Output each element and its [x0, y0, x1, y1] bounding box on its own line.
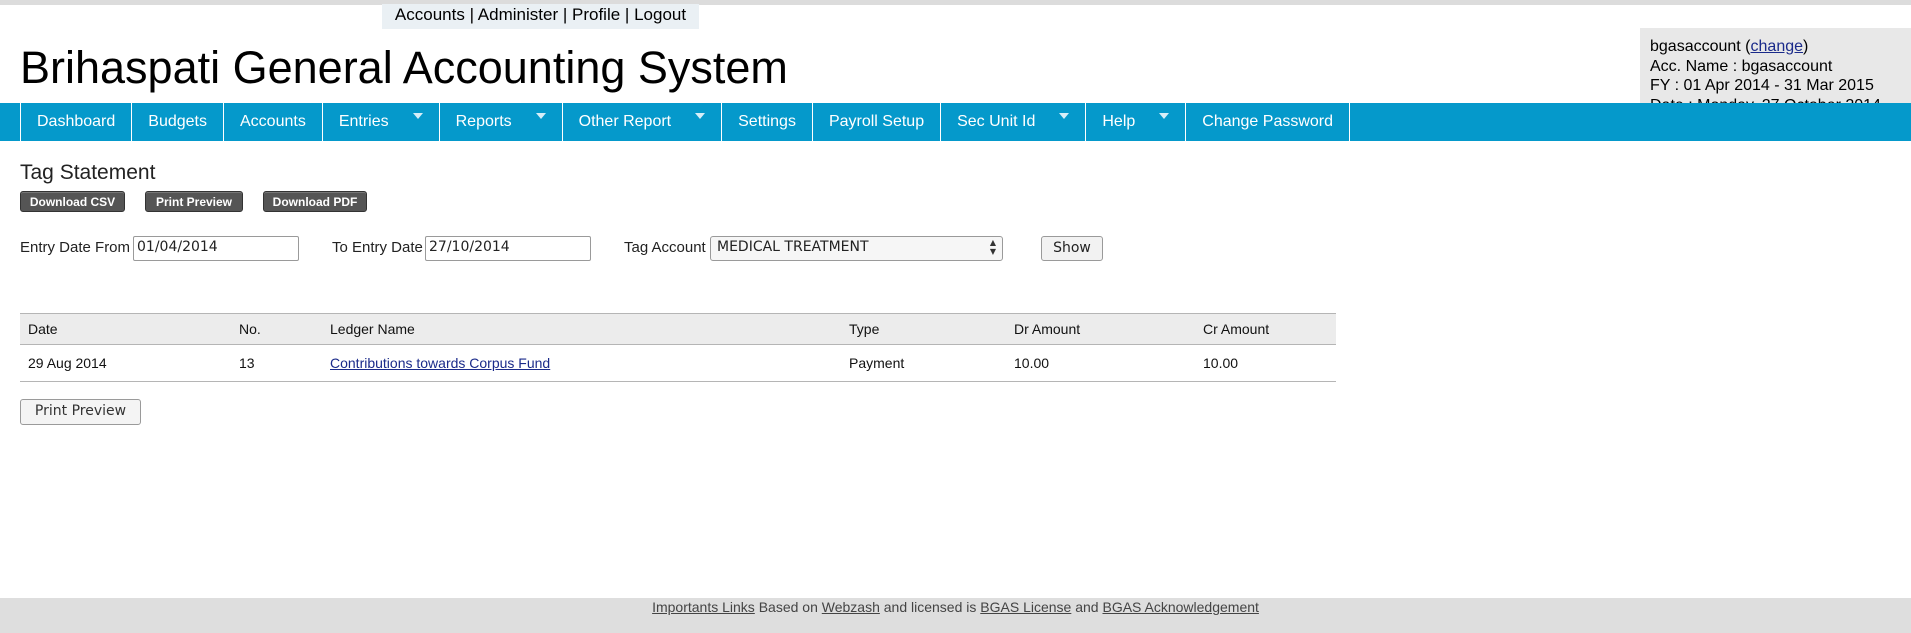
date-to-label: To Entry Date [332, 239, 423, 256]
cell-dr: 10.00 [1006, 344, 1195, 382]
dropdown-caret-icon [1159, 112, 1170, 119]
tag-account-select[interactable]: MEDICAL TREATMENT ▲ ▼ [710, 236, 1003, 261]
nav-item-entries[interactable]: Entries [323, 103, 440, 141]
print-preview-button[interactable]: Print Preview [20, 399, 141, 425]
nav-item-sec-unit-id[interactable]: Sec Unit Id [941, 103, 1087, 141]
footer-text-licensed: and licensed is [883, 599, 977, 615]
tag-account-selected: MEDICAL TREATMENT [717, 239, 869, 255]
nav-item-budgets[interactable]: Budgets [132, 103, 224, 141]
account-name: Acc. Name : bgasaccount [1650, 57, 1833, 75]
nav-item-settings[interactable]: Settings [722, 103, 813, 141]
cell-ledger: Contributions towards Corpus Fund [322, 344, 841, 382]
top-link-logout[interactable]: Logout [634, 5, 686, 24]
nav-item-label: Reports [455, 113, 512, 130]
col-dr-amount: Dr Amount [1006, 313, 1195, 345]
tag-account-label: Tag Account [624, 239, 706, 256]
nav-item-label: Entries [338, 113, 389, 130]
dropdown-caret-icon [695, 112, 706, 119]
table-header-row: Date No. Ledger Name Type Dr Amount Cr A… [20, 313, 1336, 345]
nav-item-label: Dashboard [37, 113, 116, 130]
page-title: Tag Statement [20, 161, 156, 184]
webzash-link[interactable]: Webzash [822, 599, 880, 615]
cell-type: Payment [841, 344, 1006, 382]
user-account-line: bgasaccount (change) [1650, 38, 1809, 55]
cell-cr: 10.00 [1195, 344, 1336, 382]
top-link-separator: | [624, 5, 630, 24]
nav-items: Dashboard Budgets Accounts Entries Reports Ot… [20, 103, 1351, 141]
nav-item-label: Accounts [240, 113, 306, 130]
footer: Importants Links Based on Webzash and li… [0, 598, 1911, 633]
bgas-acknowledgement-link[interactable]: BGAS Acknowledgement [1102, 599, 1258, 615]
app-title: Brihaspati General Accounting System [20, 42, 788, 93]
nav-item-dashboard[interactable]: Dashboard [20, 103, 133, 141]
nav-item-label: Other Report [578, 113, 672, 130]
top-links-bar: Accounts | Administer | Profile | Logout [382, 4, 699, 29]
col-no: No. [231, 313, 322, 345]
dropdown-caret-icon [1059, 112, 1070, 119]
bgas-license-link[interactable]: BGAS License [980, 599, 1071, 615]
col-type: Type [841, 313, 1006, 345]
nav-item-accounts[interactable]: Accounts [224, 103, 323, 141]
change-account-link[interactable]: change [1751, 38, 1804, 55]
footer-text-and: and [1075, 599, 1099, 615]
show-button[interactable]: Show [1041, 236, 1103, 261]
print-preview-top-button[interactable]: Print Preview [145, 191, 243, 212]
table-row: 29 Aug 2014 13 Contributions towards Cor… [20, 344, 1336, 382]
important-links-link[interactable]: Importants Links [652, 599, 755, 615]
footer-text-based-on: Based on [758, 599, 818, 615]
nav-item-label: Settings [738, 113, 796, 130]
nav-item-label: Help [1102, 113, 1136, 130]
col-cr-amount: Cr Amount [1195, 313, 1336, 345]
top-link-administer[interactable]: Administer [478, 5, 558, 24]
nav-item-label: Sec Unit Id [957, 113, 1036, 130]
ledger-link[interactable]: Contributions towards Corpus Fund [330, 355, 550, 371]
footer-links: Importants Links Based on Webzash and li… [0, 598, 1911, 617]
top-link-profile[interactable]: Profile [572, 5, 620, 24]
main-navbar: Dashboard Budgets Accounts Entries Reports Ot… [0, 103, 1911, 141]
username: bgasaccount [1650, 38, 1741, 55]
top-link-accounts[interactable]: Accounts [395, 5, 465, 24]
dropdown-caret-icon [535, 112, 546, 119]
dropdown-caret-icon [412, 112, 423, 119]
top-link-separator: | [469, 5, 474, 24]
cell-date: 29 Aug 2014 [20, 344, 231, 382]
col-ledger-name: Ledger Name [322, 313, 841, 345]
nav-item-label: Change Password [1202, 113, 1334, 130]
download-csv-button[interactable]: Download CSV [20, 191, 125, 212]
date-to-input[interactable]: 27/10/2014 [425, 236, 591, 261]
nav-item-label: Budgets [148, 113, 207, 130]
cell-no: 13 [231, 344, 322, 382]
select-arrows-icon: ▲ ▼ [989, 238, 996, 256]
nav-item-help[interactable]: Help [1086, 103, 1187, 141]
date-from-input[interactable]: 01/04/2014 [133, 236, 299, 261]
top-link-separator: | [562, 5, 568, 24]
col-date: Date [20, 313, 231, 345]
download-pdf-button[interactable]: Download PDF [263, 191, 367, 212]
nav-item-reports[interactable]: Reports [440, 103, 563, 141]
nav-item-other-report[interactable]: Other Report [563, 103, 723, 141]
date-from-label: Entry Date From [20, 239, 131, 256]
tag-statement-table: Date No. Ledger Name Type Dr Amount Cr A… [20, 313, 1336, 382]
top-strip [0, 0, 1911, 5]
fiscal-year: FY : 01 Apr 2014 - 31 Mar 2015 [1650, 77, 1874, 94]
nav-item-payroll-setup[interactable]: Payroll Setup [813, 103, 942, 141]
nav-item-label: Payroll Setup [828, 113, 925, 130]
nav-item-change-password[interactable]: Change Password [1186, 103, 1351, 141]
